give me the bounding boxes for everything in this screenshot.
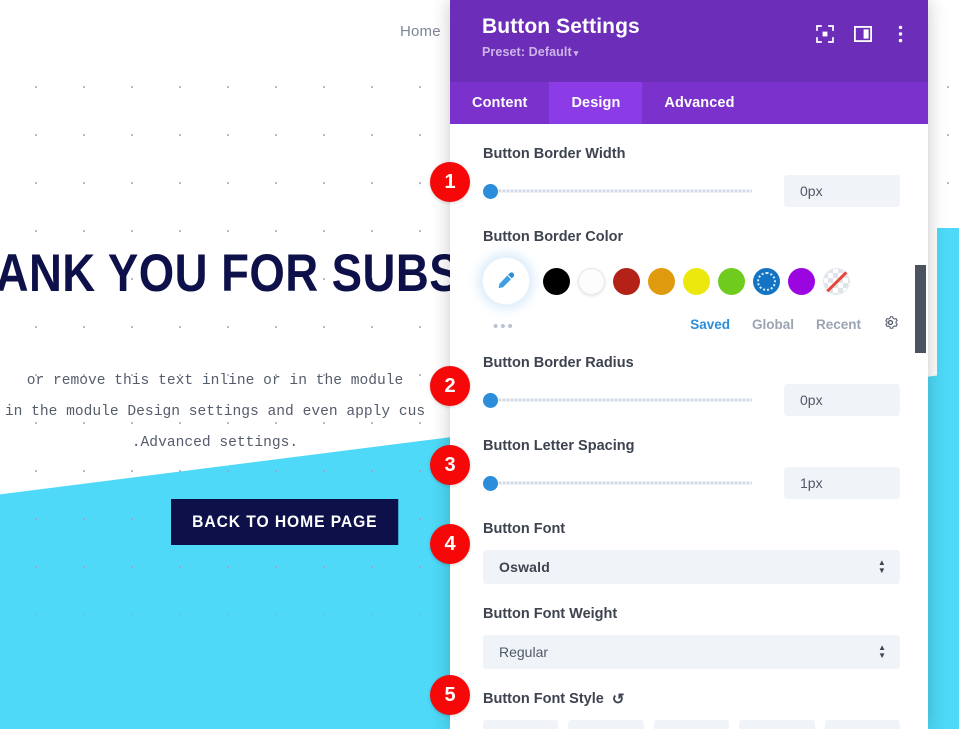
field-label: Button Font Weight	[483, 606, 618, 622]
annotation-badge-4: 4	[430, 524, 470, 564]
border-width-value[interactable]: 0px	[784, 175, 900, 207]
field-label-text: Button Font Style	[483, 691, 604, 707]
slider-track	[494, 481, 752, 485]
field-label: Button Font	[483, 521, 566, 537]
swatch-purple[interactable]	[788, 267, 815, 295]
slider-track	[494, 189, 752, 193]
annotation-badge-1: 1	[430, 162, 470, 202]
button-settings-modal: Button Settings Preset: Default ▾ Conten…	[450, 0, 928, 729]
annotation-badge-2: 2	[430, 366, 470, 406]
palette-tab-global[interactable]: Global	[752, 317, 794, 332]
split-layout-icon[interactable]	[853, 24, 872, 43]
button-font-select[interactable]: Oswald ▲ ▼	[483, 550, 900, 584]
chevron-down-icon: ▾	[573, 48, 579, 58]
modal-tabs: Content Design Advanced	[450, 82, 928, 124]
field-label: Button Border Radius	[483, 355, 634, 371]
field-button-border-radius: Button Border Radius 0px	[483, 355, 900, 416]
button-font-weight-value: Regular	[499, 644, 549, 660]
gear-icon[interactable]	[883, 315, 898, 333]
font-style-small-caps-button[interactable]: Tt	[653, 720, 730, 729]
chevron-updown-icon: ▲ ▼	[877, 558, 886, 575]
swatch-white[interactable]	[578, 267, 605, 295]
slider-row: 0px	[483, 384, 900, 416]
button-font-value: Oswald	[499, 559, 550, 575]
color-swatch-row	[483, 258, 900, 304]
more-options-icon[interactable]: •••	[493, 319, 515, 334]
tab-content[interactable]: Content	[450, 82, 549, 124]
swatch-dark-red[interactable]	[613, 267, 640, 295]
field-label: Button Letter Spacing	[483, 438, 635, 454]
font-style-italic-button[interactable]: I	[483, 720, 559, 729]
palette-tab-saved[interactable]: Saved	[690, 317, 730, 332]
swatch-transparent[interactable]	[823, 267, 850, 295]
swatch-yellow[interactable]	[683, 267, 710, 295]
field-button-border-width: Button Border Width 0px	[483, 146, 900, 207]
slider-track	[494, 398, 752, 402]
annotation-badge-5: 5	[430, 675, 470, 715]
back-to-home-page-button[interactable]: BACK TO HOME PAGE	[171, 499, 398, 545]
tab-design[interactable]: Design	[549, 82, 643, 124]
chevron-updown-icon: ▲ ▼	[878, 643, 886, 660]
letter-spacing-value[interactable]: 1px	[784, 467, 900, 499]
preset-label: Preset: Default	[482, 45, 572, 59]
field-button-font-style: Button Font Style ↺ I TT Tt U S	[483, 691, 901, 729]
reset-icon[interactable]: ↺	[612, 692, 625, 707]
slider-handle[interactable]	[483, 183, 498, 199]
slider-handle[interactable]	[483, 392, 498, 408]
field-button-letter-spacing: Button Letter Spacing 1px	[483, 438, 900, 499]
field-button-font: Button Font Oswald ▲ ▼	[483, 521, 900, 584]
eyedropper-icon[interactable]	[483, 258, 529, 304]
tab-advanced[interactable]: Advanced	[642, 82, 756, 124]
slider-handle[interactable]	[483, 475, 498, 491]
cyan-right-strip	[937, 228, 959, 729]
field-button-border-color: Button Border Color ••• Saved Global Rec…	[483, 229, 900, 334]
more-vertical-icon[interactable]	[891, 24, 910, 43]
palette-tab-recent[interactable]: Recent	[816, 317, 861, 332]
border-radius-slider[interactable]	[483, 392, 752, 408]
modal-body: Button Border Width 0px Button Border Co…	[450, 124, 928, 729]
slider-row: 1px	[483, 467, 900, 499]
slider-row: 0px	[483, 175, 900, 207]
swatch-green[interactable]	[718, 267, 745, 295]
font-style-strikethrough-button[interactable]: S	[824, 720, 901, 729]
modal-header: Button Settings Preset: Default ▾	[450, 0, 928, 82]
color-palette-meta: ••• Saved Global Recent	[483, 315, 900, 334]
font-style-uppercase-button[interactable]: TT	[568, 720, 644, 729]
panel-scrollbar-thumb[interactable]	[915, 265, 926, 353]
font-style-toggle-group: I TT Tt U S	[483, 720, 901, 729]
button-font-weight-select[interactable]: Regular ▲ ▼	[483, 635, 900, 669]
swatch-blue[interactable]	[753, 267, 780, 295]
field-label: Button Border Color	[483, 229, 624, 245]
preset-selector[interactable]: Preset: Default ▾	[482, 45, 908, 59]
border-radius-value[interactable]: 0px	[784, 384, 900, 416]
modal-header-actions	[815, 24, 910, 43]
annotation-badge-3: 3	[430, 445, 470, 485]
swatch-black[interactable]	[543, 267, 570, 295]
field-label: Button Font Style ↺	[483, 691, 900, 707]
focus-target-icon[interactable]	[815, 24, 834, 43]
nav-link-home[interactable]: Home	[400, 23, 441, 40]
border-width-slider[interactable]	[483, 183, 752, 199]
font-style-underline-button[interactable]: U	[739, 720, 815, 729]
field-button-font-weight: Button Font Weight Regular ▲ ▼	[483, 606, 900, 669]
letter-spacing-slider[interactable]	[483, 475, 752, 491]
swatch-orange[interactable]	[648, 267, 675, 295]
field-label: Button Border Width	[483, 146, 626, 162]
